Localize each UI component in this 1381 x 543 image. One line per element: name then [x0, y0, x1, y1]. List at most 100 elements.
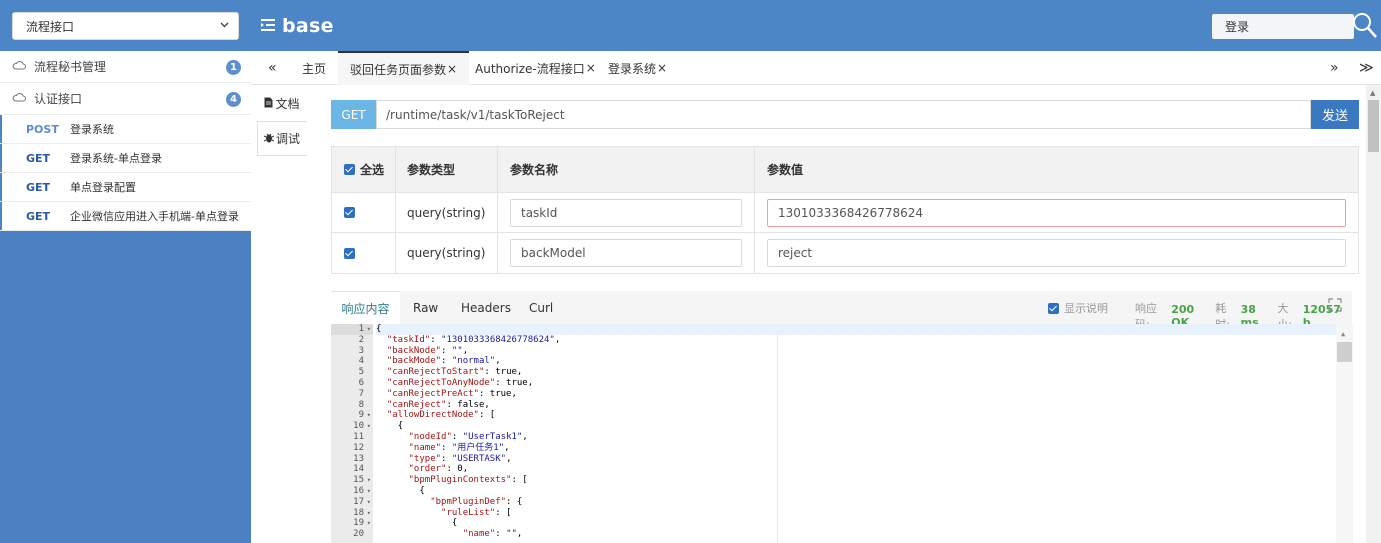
param-name-cell: backModel — [498, 233, 755, 273]
api-group-select[interactable]: 流程接口 — [12, 12, 239, 40]
tabs-prev-button[interactable]: « — [268, 60, 277, 76]
line-number[interactable]: 19 — [331, 518, 373, 529]
param-name-input[interactable]: backModel — [510, 239, 742, 267]
line-number: 12 — [353, 442, 364, 453]
fullscreen-icon[interactable] — [1328, 298, 1342, 315]
tab-bar: « 主页 驳回任务页面参数 × Authorize-流程接口 × 登录系统 × … — [251, 51, 1381, 85]
method-badge[interactable]: GET — [331, 100, 376, 129]
line-number[interactable]: 18 — [331, 508, 373, 519]
tab-home[interactable]: 主页 — [302, 51, 326, 85]
close-icon[interactable]: × — [447, 62, 457, 76]
code-line: "taskId": "1301033368426778624", — [386, 334, 561, 345]
code-line: { — [376, 421, 404, 432]
show-description-checkbox[interactable] — [1048, 302, 1059, 314]
menu-toggle-icon[interactable] — [260, 16, 276, 37]
tabs-more-button[interactable]: ≫ — [1359, 60, 1374, 76]
code-line: "ruleList": [ — [441, 507, 512, 518]
sidebar-group-secretary[interactable]: 流程秘书管理 1 — [0, 51, 251, 83]
line-number: 6 — [358, 377, 364, 388]
code-line: "bpmPluginDef": { — [430, 496, 523, 507]
sidebar-item-login[interactable]: POST 登录系统 — [0, 115, 251, 144]
line-number[interactable]: 9 — [331, 410, 373, 421]
select-all-cell[interactable]: 全选 — [332, 147, 396, 192]
tab-response-content[interactable]: 响应内容 — [331, 291, 400, 324]
line-number: 3 — [358, 345, 364, 356]
show-description-toggle[interactable]: 显示说明 — [1048, 300, 1108, 316]
url-input[interactable]: /runtime/task/v1/taskToReject — [376, 100, 1311, 129]
select-all-label: 全选 — [360, 163, 385, 177]
line-number: 7 — [358, 388, 364, 399]
row-checkbox[interactable] — [344, 247, 355, 259]
editor-scrollbar[interactable]: ▲ — [1336, 324, 1353, 543]
scroll-up-icon[interactable]: ▲ — [1370, 89, 1375, 97]
count-badge: 1 — [226, 60, 241, 75]
scroll-up-icon[interactable]: ▲ — [1341, 330, 1345, 338]
code-line: "backNode": "", — [386, 345, 469, 356]
line-number: 11 — [353, 431, 364, 442]
scrollbar-thumb[interactable] — [1368, 100, 1379, 152]
tabs-next-button[interactable]: » — [1330, 60, 1339, 76]
code-line: "canRejectToStart": true, — [386, 367, 523, 378]
param-value-input[interactable]: reject — [767, 239, 1346, 267]
line-number[interactable]: 10 — [331, 421, 373, 432]
line-number: 8 — [358, 399, 364, 410]
sidebar-group-auth[interactable]: 认证接口 4 — [0, 83, 251, 115]
http-method-label: GET — [26, 151, 51, 165]
http-method-label: GET — [26, 180, 51, 194]
cloud-icon — [12, 92, 26, 105]
chevron-down-icon — [219, 19, 230, 33]
search-input[interactable]: 登录 — [1212, 14, 1354, 39]
sidebar-item-login-sso[interactable]: GET 登录系统-单点登录 — [0, 144, 251, 173]
line-number: 20 — [353, 529, 364, 540]
tab-authorize[interactable]: Authorize-流程接口 × — [475, 51, 596, 85]
code-line: { — [376, 485, 425, 496]
api-tree: 流程秘书管理 1 认证接口 4 POST 登录系统 GET 登录系统-单点登录 … — [0, 51, 251, 231]
tab-reject-params[interactable]: 驳回任务页面参数 × — [338, 51, 470, 85]
scrollbar-thumb[interactable] — [1337, 342, 1352, 362]
row-checkbox[interactable] — [344, 207, 355, 218]
code-line: "allowDirectNode": [ — [386, 410, 496, 421]
brand-title: base — [282, 15, 334, 37]
page-scrollbar[interactable]: ▲ — [1366, 85, 1381, 543]
code-line: "type": "USERTASK", — [408, 453, 512, 464]
close-icon[interactable]: × — [586, 61, 596, 75]
tab-curl[interactable]: Curl — [529, 291, 553, 324]
sidebar: 流程秘书管理 1 认证接口 4 POST 登录系统 GET 登录系统-单点登录 … — [0, 51, 251, 543]
line-number[interactable]: 17 — [331, 497, 373, 508]
code-line: "order": 0, — [408, 464, 469, 475]
param-value-input[interactable]: 1301033368426778624 — [767, 198, 1346, 227]
cloud-icon — [12, 60, 26, 73]
close-icon[interactable]: × — [657, 61, 667, 75]
http-method-label: GET — [26, 209, 51, 223]
response-editor[interactable]: 1234567891011121314151617181920 { "taskI… — [331, 324, 1353, 543]
line-number[interactable]: 15 — [331, 475, 373, 486]
column-header-value: 参数值 — [767, 163, 804, 177]
sidebar-group-label: 认证接口 — [34, 92, 83, 106]
tab-raw[interactable]: Raw — [413, 291, 438, 324]
sidebar-item-wechat-sso[interactable]: GET 企业微信应用进入手机端-单点登录 — [0, 202, 251, 231]
send-button[interactable]: 发送 — [1311, 100, 1359, 129]
code-line: "canRejectPreAct": true, — [386, 388, 517, 399]
top-header: 流程接口 base 登录 — [0, 0, 1381, 51]
column-header-type: 参数类型 — [396, 147, 498, 192]
select-all-checkbox[interactable] — [344, 164, 355, 175]
tab-debug[interactable]: 调试 — [257, 121, 307, 156]
param-type: query(string) — [396, 193, 498, 232]
row-select-cell — [332, 193, 396, 232]
param-name-input[interactable]: taskId — [510, 198, 742, 227]
sidebar-item-label: 登录系统 — [70, 123, 114, 136]
param-name-cell: taskId — [498, 193, 755, 232]
http-method-label: POST — [26, 122, 59, 136]
tab-login[interactable]: 登录系统 × — [608, 51, 667, 85]
tab-headers[interactable]: Headers — [461, 291, 511, 324]
response-tabs: 响应内容 Raw Headers Curl 显示说明 响应码: 200 OK 耗… — [331, 291, 1352, 331]
line-number[interactable]: 1 — [331, 324, 373, 335]
param-value-cell: 1301033368426778624 — [755, 193, 1358, 232]
show-description-label: 显示说明 — [1064, 302, 1108, 315]
line-number[interactable]: 16 — [331, 486, 373, 497]
sidebar-item-sso-config[interactable]: GET 单点登录配置 — [0, 173, 251, 202]
tab-doc[interactable]: 文档 — [257, 86, 307, 121]
param-value-cell: reject — [755, 233, 1358, 273]
sidebar-item-label: 登录系统-单点登录 — [70, 152, 162, 165]
search-icon[interactable] — [1352, 11, 1378, 39]
